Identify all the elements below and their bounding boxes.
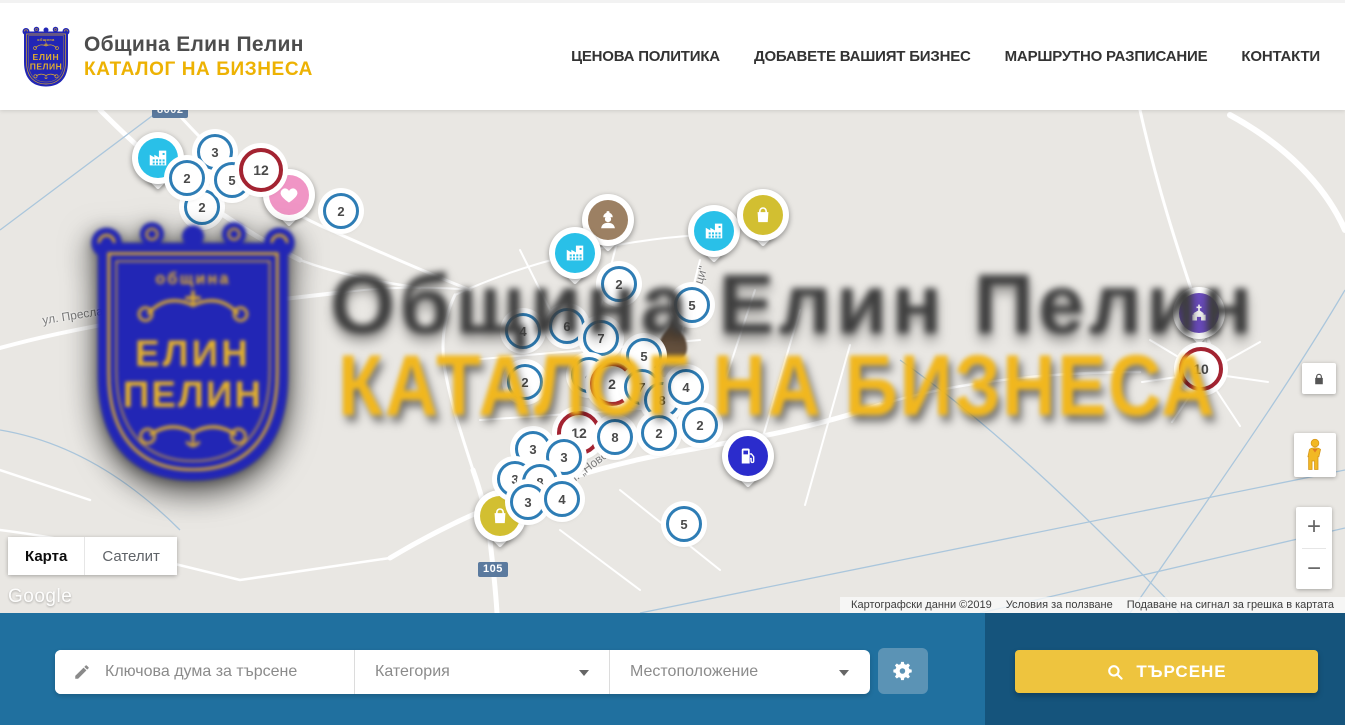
map-pin-factory[interactable] [549,227,601,291]
marker-cluster[interactable]: 4 [505,313,541,349]
marker-cluster[interactable]: 10 [1179,347,1223,391]
marker-cluster[interactable]: 5 [674,287,710,323]
zoom-in-button[interactable]: + [1296,507,1332,548]
location-select[interactable]: Местоположение [610,650,869,694]
marker-cluster[interactable]: 6 [549,308,585,344]
marker-cluster[interactable]: 4 [668,369,704,405]
lock-icon [1312,371,1326,387]
header: община ЕЛИН ПЕЛИН Община Елин Пелин КАТА… [0,0,1345,110]
pegman-icon [1304,438,1326,472]
marker-cluster[interactable]: 7 [583,320,619,356]
category-select-value: Категория [355,663,450,681]
zoom-out-button[interactable]: − [1296,549,1332,590]
marker-cluster[interactable]: 2 [682,407,718,443]
svg-text:община: община [37,38,55,42]
chevron-down-icon [839,670,849,676]
marker-cluster[interactable]: 2 [507,364,543,400]
marker-cluster[interactable]: 5 [666,506,702,542]
search-bar: Категория Местоположение Т [0,613,1345,725]
google-logo[interactable]: Google [8,586,72,608]
map-pin-church[interactable] [1173,287,1225,351]
marker-cluster[interactable]: 12 [239,148,283,192]
pencil-icon [73,663,91,681]
marker-cluster[interactable]: 2 [601,266,637,302]
marker-cluster[interactable]: 4 [544,481,580,517]
keyword-search-input[interactable] [55,650,354,694]
search-input-group: Категория Местоположение [55,650,870,694]
search-icon [1106,663,1124,681]
map-type-switcher: Карта Сателит [8,537,177,575]
keyword-field [55,650,355,694]
brand-title: Община Елин Пелин [84,33,313,57]
marker-cluster[interactable]: 2 [641,415,677,451]
brand-logo[interactable]: община ЕЛИН ПЕЛИН Община Елин Пелин КАТА… [20,25,313,89]
nav-item-pricing-policy[interactable]: ЦЕНОВА ПОЛИТИКА [571,48,720,65]
nav-item-contacts[interactable]: КОНТАКТИ [1241,48,1320,65]
advanced-settings-button[interactable] [878,648,928,694]
location-select-value: Местоположение [610,663,758,681]
map-type-satellite-button[interactable]: Сателит [85,537,177,575]
map-area[interactable]: ул. Преславбул. „Новоселци" 8002105 2325… [0,110,1345,613]
gear-icon [892,660,914,682]
terms-of-use-link[interactable]: Условия за ползване [999,599,1120,611]
svg-text:ЕЛИН: ЕЛИН [33,52,60,62]
chevron-down-icon [579,670,589,676]
search-bar-right: ТЪРСЕНЕ [985,613,1345,725]
attribution-copyright: Картографски данни ©2019 [844,599,999,611]
road-number-badge: 105 [478,562,508,577]
map-pin-bag[interactable] [737,189,789,253]
street-view-pegman-button[interactable] [1294,433,1336,477]
brand-text: Община Елин Пелин КАТАЛОГ НА БИЗНЕСА [84,33,313,81]
map-pin-fuel[interactable] [722,430,774,494]
page: община ЕЛИН ПЕЛИН Община Елин Пелин КАТА… [0,0,1345,725]
marker-cluster[interactable]: 2 [323,193,359,229]
svg-text:ПЕЛИН: ПЕЛИН [30,61,63,71]
municipality-crest-logo: община ЕЛИН ПЕЛИН [20,25,72,89]
marker-cluster[interactable]: 8 [597,419,633,455]
marker-cluster[interactable]: 2 [169,160,205,196]
category-select[interactable]: Категория [355,650,610,694]
nav-item-route-schedule[interactable]: МАРШРУТНО РАЗПИСАНИЕ [1005,48,1208,65]
map-attribution: Картографски данни ©2019 Условия за полз… [840,597,1345,613]
lock-button[interactable] [1302,363,1336,394]
map-pin-factory[interactable] [688,205,740,269]
road-number-badge: 8002 [152,110,188,118]
search-submit-label: ТЪРСЕНЕ [1136,662,1226,682]
marker-cluster[interactable]: 3 [510,484,546,520]
brand-subtitle: КАТАЛОГ НА БИЗНЕСА [84,59,313,81]
main-nav: ЦЕНОВА ПОЛИТИКА ДОБАВЕТЕ ВАШИЯТ БИЗНЕС М… [571,48,1320,65]
report-map-error-link[interactable]: Подаване на сигнал за грешка в картата [1120,599,1341,611]
search-submit-button[interactable]: ТЪРСЕНЕ [1015,650,1318,693]
zoom-controls: + − [1296,507,1332,589]
search-bar-left: Категория Местоположение [0,613,985,725]
nav-item-add-business[interactable]: ДОБАВЕТЕ ВАШИЯТ БИЗНЕС [754,48,971,65]
map-type-map-button[interactable]: Карта [8,537,85,575]
